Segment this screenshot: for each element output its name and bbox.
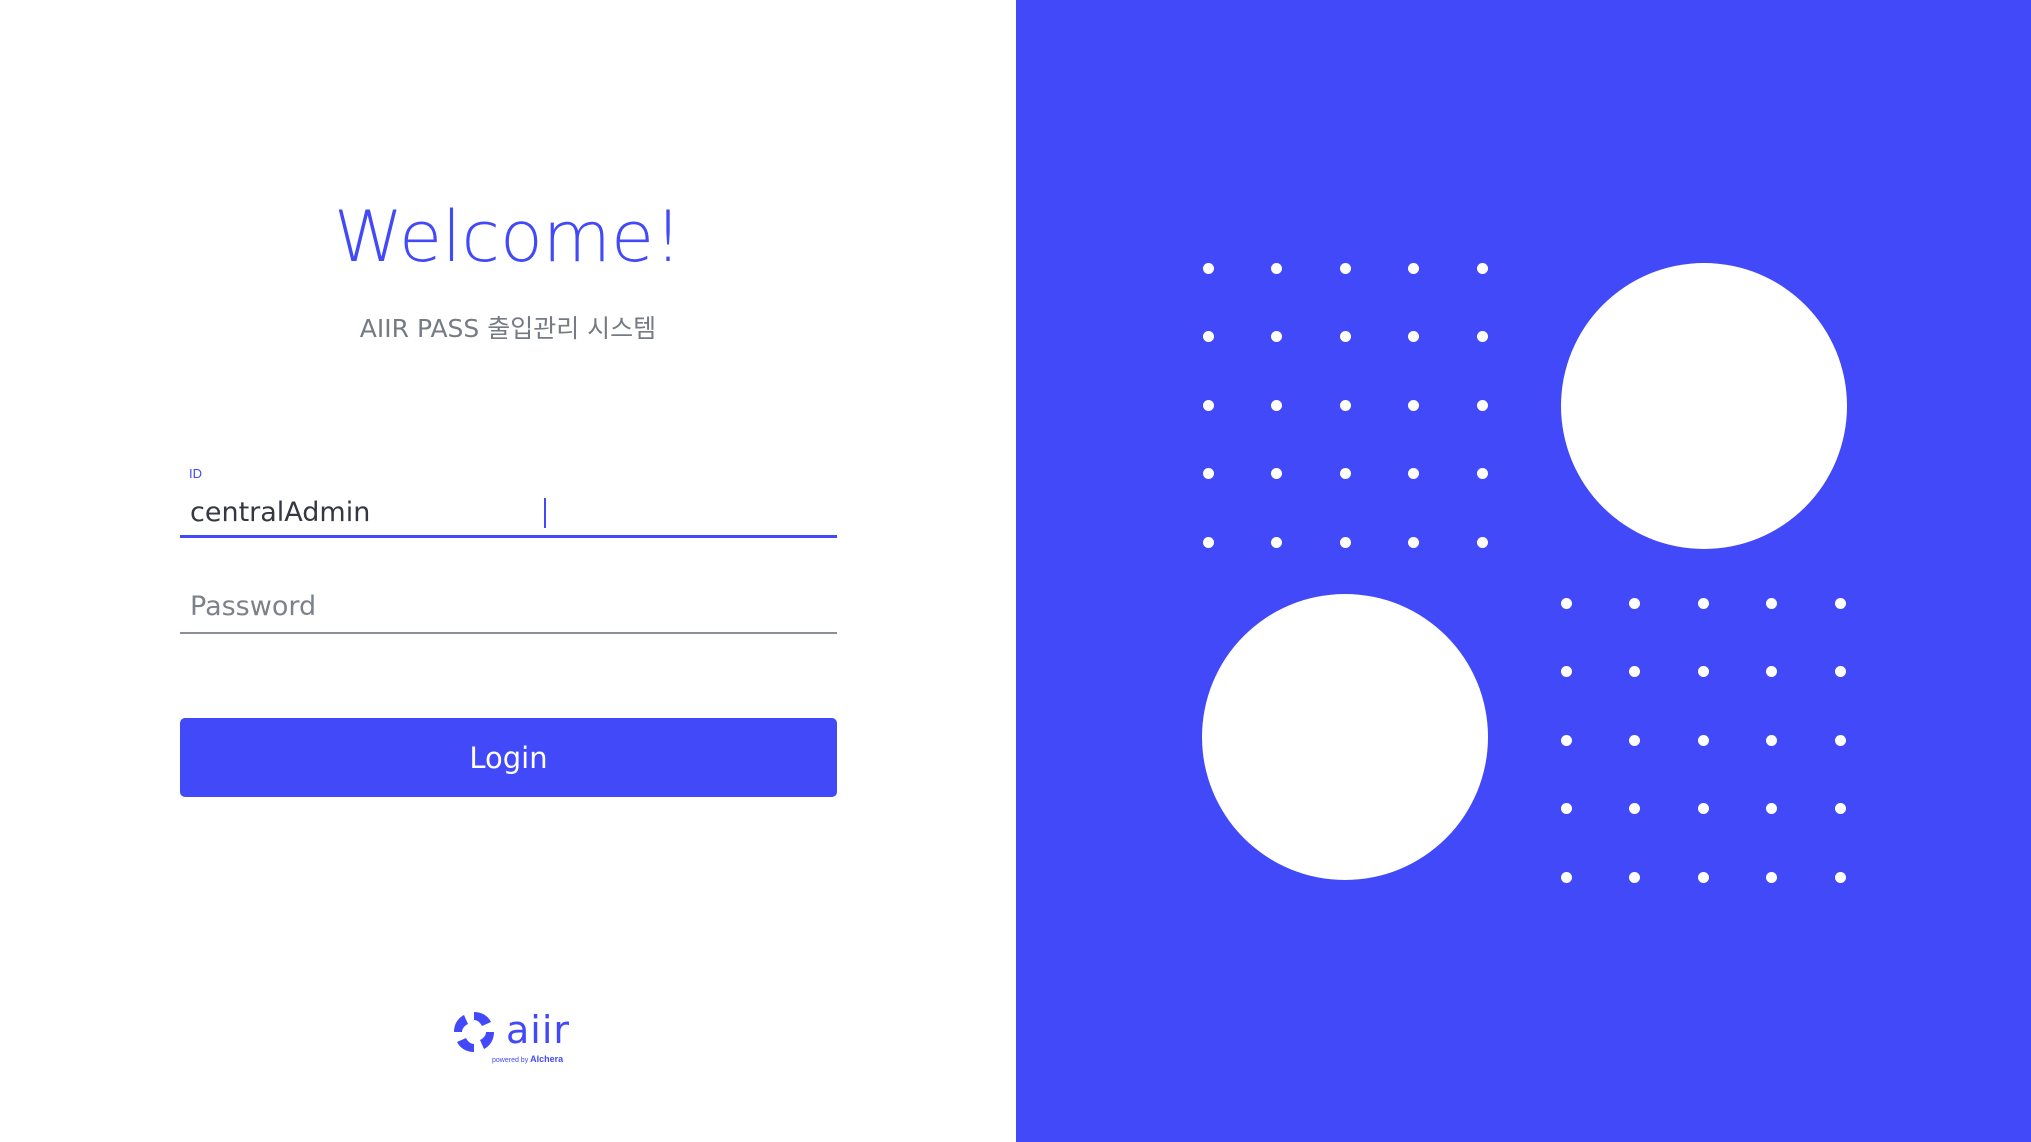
decorative-dot	[1629, 871, 1640, 883]
decorative-dot	[1629, 597, 1640, 609]
decorative-dot	[1339, 262, 1351, 274]
decorative-dot	[1834, 597, 1846, 609]
decorative-dot	[1339, 331, 1351, 342]
decorative-dot	[1476, 331, 1488, 342]
decorative-dot	[1766, 871, 1777, 883]
decorative-dot	[1766, 803, 1777, 814]
decorative-dot	[1202, 536, 1214, 548]
decorative-dot	[1476, 468, 1488, 479]
aiir-logo-icon	[454, 1012, 494, 1052]
decorative-dot	[1766, 597, 1777, 609]
system-subtitle: AIIR PASS 출입관리 시스템	[359, 314, 657, 343]
decorative-dot	[1408, 536, 1419, 548]
id-field-underline	[180, 535, 837, 538]
password-field	[180, 580, 837, 634]
decorative-dot	[1560, 734, 1572, 746]
decorative-dot	[1629, 666, 1640, 677]
decorative-dot	[1339, 399, 1351, 411]
decorative-dot	[1834, 871, 1846, 883]
decorative-circle-top-right	[1561, 263, 1847, 549]
decorative-dot	[1339, 468, 1351, 479]
aiir-logo-wordmark: aiir	[506, 1008, 571, 1052]
decorative-dot	[1408, 399, 1419, 411]
welcome-title: Welcome!	[333, 196, 683, 278]
powered-by-text: powered by Alchera	[492, 1054, 563, 1064]
decorative-dot	[1697, 734, 1709, 746]
alchera-brand: Alchera	[530, 1054, 564, 1064]
login-button[interactable]: Login	[180, 718, 837, 797]
decorative-dot	[1476, 536, 1488, 548]
decorative-dot	[1697, 871, 1709, 883]
decorative-dot	[1202, 399, 1214, 411]
decorative-dot	[1766, 734, 1777, 746]
decorative-circle-bottom-left	[1202, 594, 1488, 880]
decorative-dot	[1560, 871, 1572, 883]
decorative-dot	[1202, 331, 1214, 342]
decorative-dot	[1408, 262, 1419, 274]
decorative-dot	[1560, 597, 1572, 609]
decorative-dot	[1271, 331, 1282, 342]
decorative-dot	[1560, 666, 1572, 677]
decorative-dot	[1766, 666, 1777, 677]
powered-by-label: powered by	[492, 1057, 529, 1064]
login-page: Welcome! AIIR PASS 출입관리 시스템 ID Login aii	[0, 0, 2031, 1142]
aiir-logo: aiir powered by Alchera	[452, 1008, 572, 1066]
decorative-dot	[1697, 666, 1709, 677]
decorative-panel	[1016, 0, 2031, 1142]
decorative-dot	[1271, 262, 1282, 274]
decorative-dot	[1408, 468, 1419, 479]
decorative-dot	[1476, 399, 1488, 411]
decorative-dot	[1629, 803, 1640, 814]
decorative-dot	[1834, 803, 1846, 814]
decorative-dot	[1271, 468, 1282, 479]
decorative-dot	[1408, 331, 1419, 342]
id-input[interactable]	[180, 492, 837, 532]
decorative-dot	[1834, 734, 1846, 746]
decorative-dot	[1271, 399, 1282, 411]
decorative-dot	[1271, 536, 1282, 548]
id-field-label: ID	[189, 466, 202, 481]
text-caret	[544, 498, 546, 528]
decorative-dot	[1629, 734, 1640, 746]
decorative-dot	[1202, 468, 1214, 479]
decorative-dot	[1560, 803, 1572, 814]
decorative-dot	[1834, 666, 1846, 677]
decorative-dot	[1476, 262, 1488, 274]
decorative-dot	[1697, 803, 1709, 814]
password-field-underline	[180, 632, 837, 634]
login-panel: Welcome! AIIR PASS 출입관리 시스템 ID Login aii	[0, 0, 1016, 1142]
decorative-dot	[1202, 262, 1214, 274]
password-input[interactable]	[180, 586, 837, 626]
decorative-dot	[1697, 597, 1709, 609]
id-field: ID	[180, 466, 837, 538]
decorative-dot	[1339, 536, 1351, 548]
